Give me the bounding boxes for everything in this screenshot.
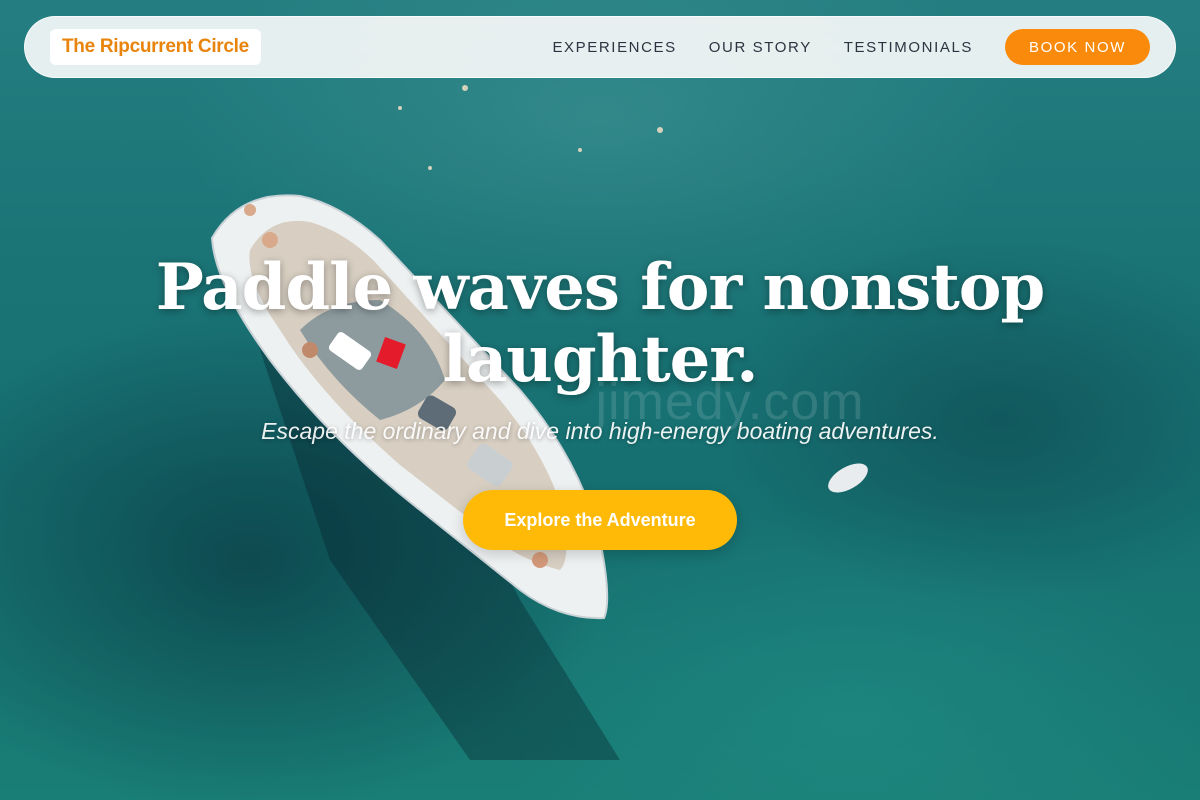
explore-adventure-button[interactable]: Explore the Adventure <box>463 490 737 550</box>
site-logo[interactable]: The Ripcurrent Circle <box>50 29 261 65</box>
hero-subtitle: Escape the ordinary and dive into high-e… <box>261 418 939 444</box>
book-now-button[interactable]: BOOK NOW <box>1005 29 1150 65</box>
main-nav: EXPERIENCES OUR STORY TESTIMONIALS BOOK … <box>552 29 1150 65</box>
site-header: The Ripcurrent Circle EXPERIENCES OUR ST… <box>24 16 1176 78</box>
hero-title-line-1: Paddle waves for nonstop <box>155 250 1045 325</box>
hero-title-line-2: laughter. <box>442 322 759 397</box>
hero-section: jimedy.com The Ripcurrent Circle EXPERIE… <box>0 0 1200 800</box>
hero-title: Paddle waves for nonstop laughter. <box>0 252 1200 396</box>
nav-link-experiences[interactable]: EXPERIENCES <box>552 39 676 56</box>
nav-link-testimonials[interactable]: TESTIMONIALS <box>844 39 973 56</box>
nav-link-our-story[interactable]: OUR STORY <box>709 39 812 56</box>
